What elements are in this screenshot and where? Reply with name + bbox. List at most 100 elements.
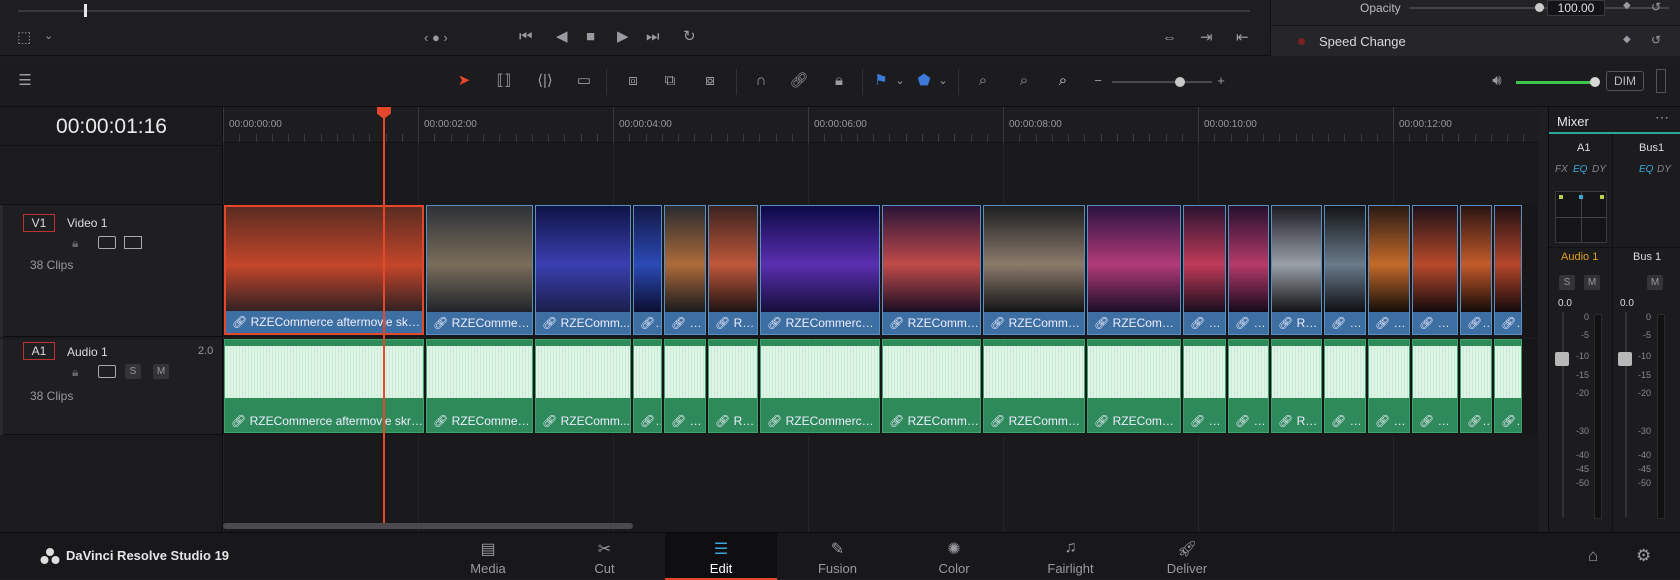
- eq-button[interactable]: EQ: [1573, 164, 1587, 175]
- audio-clip[interactable]: 🔗︎ RZEC...: [1368, 339, 1410, 433]
- volume-icon[interactable]: 🔊︎: [1484, 71, 1510, 91]
- keyframe-icon[interactable]: ◆: [1623, 1, 1631, 11]
- prev-edit-icon[interactable]: ⇤: [1236, 30, 1249, 45]
- video-clip[interactable]: 🔗︎ RZEC...: [1183, 205, 1226, 335]
- mute-button[interactable]: M: [1584, 275, 1600, 290]
- go-to-end-icon[interactable]: ⏭: [646, 29, 660, 44]
- video-clip[interactable]: 🔗︎ RZ...: [708, 205, 758, 335]
- tab-media[interactable]: ▤ Media: [432, 533, 544, 580]
- tab-fairlight[interactable]: ♫ Fairlight: [1015, 533, 1127, 580]
- audio-clip[interactable]: 🔗︎ RZEC...: [1324, 339, 1366, 433]
- next-edit-icon[interactable]: ⇥: [1200, 30, 1213, 45]
- pan-control[interactable]: [1555, 191, 1607, 243]
- timeline-view-options-icon[interactable]: ☰: [12, 71, 38, 91]
- tab-color[interactable]: ✺ Color: [898, 533, 1010, 580]
- audio-clip[interactable]: 🔗︎ RZEComm...: [1087, 339, 1181, 433]
- dy-button[interactable]: DY: [1657, 164, 1671, 175]
- zoom-custom-icon[interactable]: ⌕: [1050, 71, 1076, 91]
- audio-track-lane[interactable]: 🔗︎ RZECommerce aftermovie skrot... 🔗︎ RZE…: [223, 339, 1538, 435]
- a1-track-button[interactable]: A1: [23, 342, 55, 360]
- play-reverse-icon[interactable]: ◀: [556, 29, 568, 44]
- video-clip[interactable]: 🔗︎ RZEComm...: [535, 205, 631, 335]
- scrubber-handle[interactable]: [84, 4, 87, 17]
- audio-clip[interactable]: 🔗︎ RZEC...: [1228, 339, 1269, 433]
- zoom-full-icon[interactable]: ⌕: [970, 71, 996, 91]
- fader-bus1[interactable]: [1618, 352, 1632, 366]
- speed-change-toggle[interactable]: [1298, 38, 1305, 45]
- video-track-lane[interactable]: 🔗︎ RZECommerce aftermovie skrot... 🔗︎ RZE…: [223, 205, 1538, 337]
- audio-clip[interactable]: 🔗︎ RZ...: [633, 339, 662, 433]
- audio-clip[interactable]: 🔗︎ RZEC...: [1412, 339, 1458, 433]
- auto-select-icon[interactable]: [98, 236, 116, 249]
- video-track-name[interactable]: Video 1: [67, 216, 107, 230]
- zoom-slider[interactable]: [1112, 81, 1212, 83]
- fader-a1[interactable]: [1555, 352, 1569, 366]
- dynamic-trim-icon[interactable]: ⟨|⟩: [532, 71, 558, 91]
- dim-button[interactable]: DIM: [1606, 71, 1644, 91]
- selection-tool-icon[interactable]: ➤: [451, 71, 477, 91]
- tab-edit[interactable]: ☰ Edit: [665, 533, 777, 580]
- opacity-field[interactable]: 100.00: [1547, 0, 1605, 16]
- video-clip[interactable]: 🔗︎ RZEC...: [1412, 205, 1458, 335]
- v1-track-button[interactable]: V1: [23, 214, 55, 232]
- zoom-detail-icon[interactable]: ⌕: [1011, 71, 1037, 91]
- zoom-out-icon[interactable]: −: [1085, 71, 1111, 91]
- monitor-volume-knob[interactable]: [1590, 77, 1600, 87]
- meter-toggle[interactable]: [1656, 69, 1666, 93]
- audio-clip[interactable]: 🔗︎ RZECommerce...: [882, 339, 981, 433]
- timeline[interactable]: 00:00:00:00 00:00:02:00 00:00:04:00 00:00:0…: [223, 107, 1538, 532]
- reset-icon[interactable]: ↺: [1651, 1, 1661, 13]
- video-clip[interactable]: 🔗︎ RZEC...: [1228, 205, 1269, 335]
- playhead-line[interactable]: [382, 111, 385, 528]
- audio-clip[interactable]: 🔗︎ RZECommer...: [983, 339, 1085, 433]
- audio-track-header[interactable]: A1 Audio 1 2.0 🔒︎ S M 38 Clips: [0, 339, 222, 435]
- blade-tool-icon[interactable]: ▭: [571, 71, 597, 91]
- gear-icon[interactable]: ⚙: [1636, 547, 1651, 564]
- video-clip[interactable]: 🔗︎ R...: [1494, 205, 1522, 335]
- tab-deliver[interactable]: 🚀︎ Deliver: [1131, 533, 1243, 580]
- video-clip[interactable]: 🔗︎ RZEC...: [1368, 205, 1410, 335]
- mute-button[interactable]: M: [1647, 275, 1663, 290]
- video-clip[interactable]: 🔗︎ RZEC...: [664, 205, 706, 335]
- chevron-down-icon[interactable]: ⌄: [44, 31, 53, 42]
- video-clip[interactable]: 🔗︎ RZECommerce aftermovie skrot...: [224, 205, 424, 335]
- keyframe-icon[interactable]: ◆: [1623, 35, 1631, 45]
- video-track-header[interactable]: V1 Video 1 🔒︎ 38 Clips: [0, 205, 222, 337]
- audio-clip[interactable]: 🔗︎ RZECommerce a...: [760, 339, 880, 433]
- lock-icon[interactable]: 🔒︎: [72, 237, 78, 249]
- auto-select-icon[interactable]: [98, 365, 116, 378]
- audio-clip[interactable]: 🔗︎ RZ...: [708, 339, 758, 433]
- video-clip[interactable]: 🔗︎ RZEC...: [1271, 205, 1322, 335]
- fx-button[interactable]: FX: [1555, 164, 1568, 175]
- eq-button[interactable]: EQ: [1639, 164, 1653, 175]
- dy-button[interactable]: DY: [1592, 164, 1606, 175]
- film-icon[interactable]: [124, 236, 142, 249]
- insert-clip-icon[interactable]: ⧈: [620, 71, 646, 91]
- replace-clip-icon[interactable]: ⧇: [697, 71, 723, 91]
- loop-icon[interactable]: ↻: [683, 29, 696, 44]
- audio-clip[interactable]: 🔗︎ RZEC...: [1271, 339, 1322, 433]
- play-icon[interactable]: ▶: [617, 29, 629, 44]
- video-clip[interactable]: 🔗︎ RZEComm...: [1087, 205, 1181, 335]
- video-clip[interactable]: 🔗︎ RZECommerce a...: [760, 205, 880, 335]
- trim-tool-icon[interactable]: ⟦⟧: [491, 71, 517, 91]
- viewer-mode-icon[interactable]: ⬚: [17, 30, 31, 45]
- stop-icon[interactable]: ■: [586, 29, 595, 44]
- audio-clip[interactable]: 🔗︎ R...: [1460, 339, 1492, 433]
- overwrite-clip-icon[interactable]: ⧉: [657, 71, 683, 91]
- scrubber-track[interactable]: [18, 10, 1250, 12]
- audio-clip[interactable]: 🔗︎ RZEC...: [664, 339, 706, 433]
- chevron-down-icon[interactable]: ⌄: [887, 71, 913, 91]
- audio-track-name[interactable]: Audio 1: [67, 345, 108, 359]
- jog-icon[interactable]: ‹ ● ›: [424, 31, 448, 44]
- monitor-volume-slider[interactable]: [1516, 81, 1594, 84]
- position-lock-icon[interactable]: 🔒︎: [826, 71, 852, 91]
- audio-clip[interactable]: 🔗︎ RZEC...: [1183, 339, 1226, 433]
- solo-button[interactable]: S: [1559, 275, 1575, 290]
- audio-clip[interactable]: 🔗︎ RZECommerce aftermovie skrot...: [224, 339, 424, 433]
- zoom-slider-knob[interactable]: [1175, 77, 1185, 87]
- video-clip[interactable]: 🔗︎ R...: [1460, 205, 1492, 335]
- timecode-display[interactable]: 00:00:01:16: [0, 115, 223, 139]
- video-clip[interactable]: 🔗︎ RZECommer...: [983, 205, 1085, 335]
- horizontal-scrollbar[interactable]: [223, 523, 633, 529]
